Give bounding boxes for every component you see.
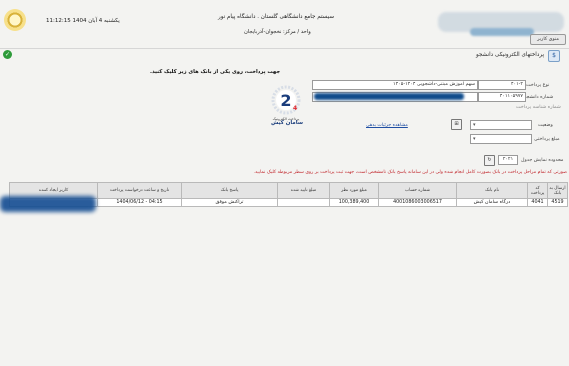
redacted-student-name — [314, 93, 464, 100]
debt-details-link[interactable]: مشاهده جزئیات بدهی — [366, 123, 408, 128]
cell-send-to-bank[interactable]: 4519 — [547, 198, 568, 207]
bank-response-warning: صورتی که تمام مراحل پرداخت در بانک بصورت… — [253, 170, 568, 175]
payment-type-label: نوع پرداخت — [526, 83, 550, 88]
details-icon[interactable]: ⊞ — [451, 119, 462, 130]
col-send-to-bank: ارسال به بانک — [547, 182, 568, 199]
col-request-datetime: تاریخ و ساعت درخواست پرداخت — [97, 182, 182, 199]
success-check-icon: ✓ — [3, 50, 12, 59]
amount-label: مبلغ پرداختی — [534, 137, 560, 142]
bank-instruction: جهت پرداخت، روی یکی از بانک های زیر کلیک… — [150, 69, 281, 75]
user-menu-button[interactable]: منوی کاربر — [530, 34, 566, 45]
status-select[interactable] — [470, 120, 532, 130]
header-unit: واحد / مرکز: نخجوان-آذربایجان — [244, 29, 311, 35]
page-title: پرداختهای الکترونیکی دانشجو — [476, 52, 544, 58]
header-date: 11:12:15 یکشنبه 4 آبان 1404 — [46, 18, 120, 24]
redacted-creator-name — [0, 196, 96, 212]
redacted-user-name — [470, 28, 534, 36]
payments-icon: $ — [548, 50, 560, 62]
cell-confirmed-amount — [277, 198, 330, 207]
cell-bank-response: تراکنش موفق — [181, 198, 278, 207]
svg-text:4: 4 — [293, 105, 297, 112]
payment-type-code-field[interactable]: ۴۰۱-۲ — [478, 80, 526, 90]
col-bank-name: نام بانک — [456, 182, 528, 199]
saman-bank-logo[interactable]: 2 4 پرداخت الکترونیک — [268, 82, 304, 122]
payment-id-label: شماره شناسه پرداخت — [516, 105, 561, 110]
cell-requested-amount: 100,389,400 — [329, 198, 379, 207]
col-requested-amount: مبلغ مورد نظر — [329, 182, 379, 199]
cell-bank-name: درگاه سامان کیش — [456, 198, 528, 207]
table-limit-field[interactable]: ۲۰۲۱ — [498, 155, 518, 165]
amount-select[interactable] — [470, 134, 532, 144]
student-number-field[interactable]: ۴۰۱۱۰۵۹۷۷ — [478, 92, 526, 102]
col-payment-code: کد پرداخت — [527, 182, 548, 199]
status-label: وضعیت — [538, 123, 553, 128]
col-account-number: شماره حساب — [378, 182, 457, 199]
header-title: سیستم جامع دانشگاهی گلستان . دانشگاه پیا… — [218, 14, 335, 20]
col-confirmed-amount: مبلغ تایید شده — [277, 182, 330, 199]
col-bank-response: پاسخ بانک — [181, 182, 278, 199]
payment-type-desc-field[interactable]: سهم آموزش مبتنی-داشجویی ۱۴۰۴-۱۴۰۵ — [312, 80, 478, 90]
cell-request-datetime: 1404/06/12 - 04:15 — [97, 198, 182, 207]
svg-text:2: 2 — [280, 91, 291, 110]
cell-payment-code: 4041 — [527, 198, 548, 207]
table-limit-label: محدوده نمایش جدول — [521, 158, 564, 163]
bank-name[interactable]: سامان کیش — [268, 120, 306, 126]
header-divider — [0, 48, 569, 49]
apply-limit-button[interactable]: ↻ — [484, 155, 495, 166]
cell-account-number: 4001086003006517 — [378, 198, 457, 207]
university-logo — [4, 9, 26, 31]
student-number-label: شماره دانشجو — [524, 95, 554, 100]
